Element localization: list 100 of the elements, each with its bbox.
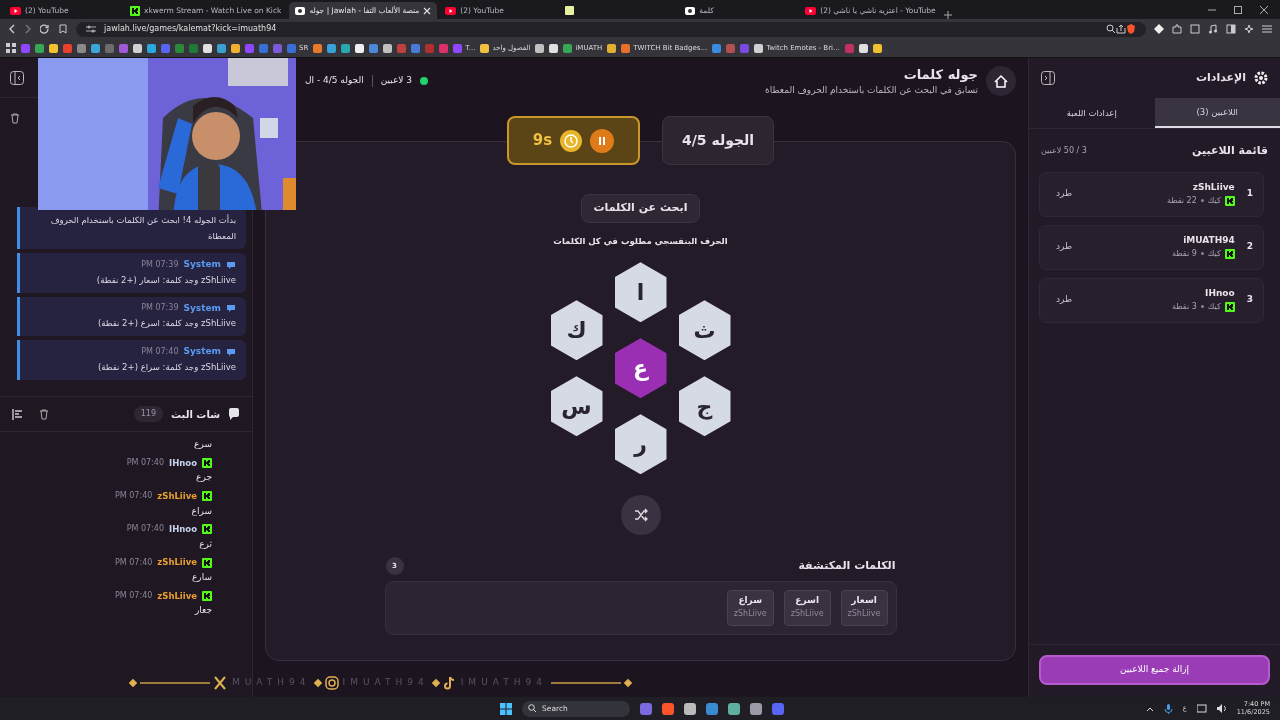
bookmark-icon[interactable] [133, 43, 142, 53]
finder-name: zShLiive [790, 607, 824, 620]
bookmark-icon[interactable] [607, 43, 617, 53]
close-icon[interactable] [423, 6, 432, 15]
music-note-logo-icon [442, 676, 457, 690]
bookmark-icon[interactable] [147, 43, 156, 53]
overlay-handle: IMUATH94 [460, 676, 547, 690]
bookmark-icon[interactable] [383, 43, 393, 53]
bookmark-icon[interactable] [355, 43, 365, 53]
diamond-icon[interactable] [1154, 24, 1164, 34]
trash-icon[interactable] [39, 408, 49, 420]
bookmark-icon[interactable] [231, 43, 240, 53]
overlay-handle: MUATH94 [232, 676, 311, 690]
bookmark-favicon [621, 43, 631, 53]
kick-button[interactable]: طرد [1050, 186, 1079, 202]
forward-icon[interactable] [24, 24, 32, 34]
panel-tab[interactable]: اللاعبين (3) [1154, 98, 1280, 128]
letter-tile[interactable]: ك [550, 300, 603, 361]
zoom-icon[interactable] [1106, 24, 1116, 34]
chat-icon [228, 408, 240, 420]
bookmark-icon[interactable] [872, 43, 882, 53]
back-icon[interactable] [8, 24, 16, 34]
platform-label: كيك [1207, 300, 1221, 313]
overlay-handle: IMUATH94 [342, 676, 429, 690]
youtube-logo-icon [805, 6, 817, 15]
home-button[interactable] [986, 66, 1016, 96]
app-icon[interactable] [706, 702, 718, 715]
timestamp: 07:39 PM [141, 302, 179, 315]
speaker-icon[interactable] [1216, 704, 1227, 713]
app-icon[interactable] [750, 702, 762, 715]
chat-bubble-icon [226, 259, 236, 270]
kick-logo-icon [202, 457, 212, 468]
network-icon[interactable] [1196, 704, 1207, 713]
chat-message: سراع [190, 504, 212, 518]
username: zShLiive [157, 556, 197, 569]
letter-tile[interactable]: ا [614, 262, 667, 323]
dot-icon [1200, 305, 1204, 309]
remove-all-button[interactable]: إزالة جميع اللاعبين [1039, 655, 1270, 685]
timer-value: 9s [532, 130, 553, 152]
player-rank: 1 [1246, 187, 1253, 201]
lion-shield-icon[interactable] [1126, 24, 1136, 34]
chat-message: جعار [193, 604, 212, 618]
youtube-logo-icon [10, 6, 21, 15]
round-counter: الجوله 4/5 [662, 116, 774, 165]
bookmark-icon[interactable] [341, 43, 351, 53]
camera-logo-icon [324, 676, 339, 690]
bookmark-icon[interactable] [549, 43, 559, 53]
sidebar-icon[interactable] [1226, 24, 1236, 34]
close-window-icon[interactable] [1260, 5, 1268, 14]
bookmark-icon[interactable] [858, 43, 868, 53]
app-icon[interactable] [684, 702, 696, 715]
microphone-icon[interactable] [1163, 703, 1173, 714]
player-name: zShLiive [1191, 181, 1235, 195]
windows-start-icon[interactable] [500, 702, 512, 715]
restore-icon[interactable] [1234, 5, 1242, 14]
url-text: jawlah.live/games/kalemat?kick=imuath94 [104, 23, 277, 35]
share-icon[interactable] [1116, 24, 1126, 34]
letter-tile[interactable]: ث [678, 300, 731, 361]
found-word: اسعار [850, 594, 878, 608]
trash-icon[interactable] [10, 112, 20, 124]
platform-label: كيك [1207, 247, 1221, 260]
letter-tile[interactable]: ج [678, 376, 731, 437]
menu-icon[interactable] [1262, 24, 1272, 34]
bookmark-icon[interactable] [58, 24, 68, 34]
finder-name: zShLiive [733, 607, 767, 620]
player-name: IHnoo [1204, 287, 1235, 301]
apps-icon[interactable] [6, 43, 16, 53]
collapse-panel-icon[interactable] [1041, 71, 1055, 85]
screenshot-icon[interactable] [1190, 24, 1200, 34]
bookmark-icon[interactable] [91, 43, 100, 53]
bookmark-icon[interactable] [49, 43, 58, 53]
kick-button[interactable]: طرد [1050, 239, 1079, 255]
app-icon[interactable] [640, 702, 652, 715]
app-icon[interactable] [662, 702, 674, 715]
bookmark-icon[interactable] [203, 43, 212, 53]
app-icon[interactable] [728, 702, 740, 715]
panel-tab[interactable]: إعدادات اللعبة [1029, 98, 1155, 128]
site-settings-icon[interactable] [86, 24, 96, 34]
music-icon[interactable] [1208, 24, 1218, 34]
bookmark-icon[interactable] [535, 43, 545, 53]
align-icon[interactable] [12, 408, 23, 420]
dot-icon [1200, 199, 1204, 203]
letter-tile[interactable]: س [550, 376, 603, 437]
message-text: zShLiive وجد كلمة: سراع (+2 نقطة) [96, 360, 236, 374]
new-tab-icon[interactable] [943, 11, 952, 19]
pause-button[interactable] [590, 128, 615, 153]
timestamp: 07:40 PM [115, 490, 153, 503]
reload-icon[interactable] [40, 24, 50, 34]
address-bar[interactable]: jawlah.live/games/kalemat?kick=imuath94 [76, 21, 1146, 37]
extensions-icon[interactable] [1172, 24, 1182, 34]
app-icon[interactable] [772, 702, 784, 715]
required-letter-tile[interactable]: ع [614, 338, 667, 399]
letter-tile[interactable]: ر [614, 414, 667, 475]
sparkle-icon[interactable] [1244, 24, 1254, 34]
platform-label: كيك [1207, 194, 1221, 207]
chat-bubble-icon [226, 347, 236, 358]
settings-icon [1254, 71, 1268, 85]
collapse-panel-icon[interactable] [10, 70, 24, 85]
kick-button[interactable]: طرد [1050, 292, 1079, 308]
dot-icon [1200, 252, 1204, 256]
